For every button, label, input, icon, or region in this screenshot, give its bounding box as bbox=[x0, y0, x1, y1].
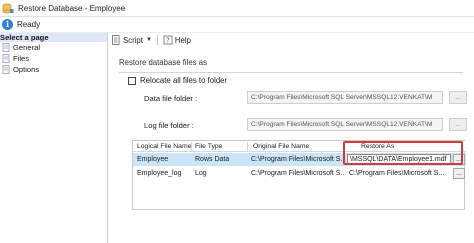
sidebar-header: Select a page bbox=[0, 33, 107, 42]
status-text: Ready bbox=[17, 20, 41, 29]
relocate-checkbox[interactable] bbox=[128, 76, 136, 85]
toolbar: Script ▼ ? Help bbox=[109, 33, 474, 47]
database-restore-icon bbox=[2, 3, 14, 14]
relocate-row: Relocate all files to folder bbox=[128, 76, 227, 85]
page-icon bbox=[2, 43, 11, 52]
original-file-name-cell: C:\Program Files\Microsoft S... bbox=[251, 170, 345, 177]
sidebar-item-general[interactable]: General bbox=[0, 42, 107, 53]
column-divider[interactable] bbox=[247, 142, 248, 151]
script-button-label: Script bbox=[123, 35, 143, 45]
sidebar-item-options[interactable]: Options bbox=[0, 64, 107, 75]
help-icon: ? bbox=[163, 35, 173, 45]
table-row[interactable]: Employee_log Log C:\Program Files\Micros… bbox=[133, 167, 466, 180]
column-header[interactable]: Logical File Name bbox=[135, 141, 191, 152]
sidebar-item-label: Options bbox=[13, 65, 40, 74]
data-folder-browse-button[interactable]: ... bbox=[449, 91, 467, 104]
main-panel: Script ▼ ? Help Restore database files a… bbox=[109, 33, 474, 243]
column-divider[interactable] bbox=[344, 142, 345, 151]
logical-file-name-cell: Employee_log bbox=[137, 170, 182, 177]
page-icon bbox=[2, 65, 11, 74]
help-button[interactable]: ? Help bbox=[161, 34, 193, 46]
sidebar-item-label: Files bbox=[13, 54, 30, 63]
sidebar-item-label: General bbox=[13, 43, 41, 52]
title-bar: Restore Database - Employee bbox=[0, 0, 474, 17]
column-header[interactable]: Original File Name bbox=[251, 141, 341, 152]
log-folder-label: Log file folder : bbox=[144, 121, 194, 130]
table-row[interactable]: Employee Rows Data C:\Program Files\Micr… bbox=[133, 153, 466, 166]
restore-as-browse-button[interactable]: ... bbox=[453, 154, 465, 165]
chevron-down-icon[interactable]: ▼ bbox=[146, 37, 152, 43]
file-type-cell: Log bbox=[195, 170, 207, 177]
files-grid: Logical File Name File Type Original Fil… bbox=[132, 140, 466, 210]
page-icon bbox=[2, 54, 11, 63]
grid-header: Logical File Name File Type Original Fil… bbox=[133, 141, 466, 152]
script-button[interactable]: Script ▼ bbox=[109, 34, 154, 46]
log-folder-browse-button[interactable]: ... bbox=[449, 118, 467, 131]
help-button-label: Help bbox=[174, 35, 191, 45]
relocate-label: Relocate all files to folder bbox=[140, 76, 228, 85]
data-folder-input[interactable]: C:\Program Files\Microsoft SQL Server\MS… bbox=[247, 91, 443, 104]
restore-as-cell[interactable]: C:\Program Files\Microsoft S... bbox=[347, 167, 451, 180]
restore-as-input[interactable]: \MSSQL\DATA\Employee1.mdf bbox=[347, 154, 451, 165]
info-icon bbox=[2, 19, 13, 30]
sidebar-item-files[interactable]: Files bbox=[0, 53, 107, 64]
toolbar-divider bbox=[156, 35, 158, 45]
section-title: Restore database files as bbox=[119, 58, 207, 67]
original-file-name-cell: C:\Program Files\Microsoft S... bbox=[251, 156, 345, 163]
svg-text:?: ? bbox=[166, 37, 170, 45]
column-header[interactable]: Restore As bbox=[359, 141, 459, 152]
file-type-cell: Rows Data bbox=[195, 156, 230, 163]
page-selector-sidebar: Select a page General Files Options bbox=[0, 33, 108, 243]
status-bar: Ready bbox=[0, 17, 474, 33]
logical-file-name-cell: Employee bbox=[137, 156, 169, 163]
section-divider bbox=[119, 72, 463, 73]
log-folder-input[interactable]: C:\Program Files\Microsoft SQL Server\MS… bbox=[247, 118, 443, 131]
column-header[interactable]: File Type bbox=[193, 141, 247, 152]
window-title: Restore Database - Employee bbox=[18, 3, 126, 13]
script-icon bbox=[111, 35, 121, 45]
restore-as-browse-button[interactable]: ... bbox=[453, 168, 465, 179]
data-folder-label: Data file folder : bbox=[144, 94, 198, 103]
column-divider[interactable] bbox=[191, 142, 192, 151]
